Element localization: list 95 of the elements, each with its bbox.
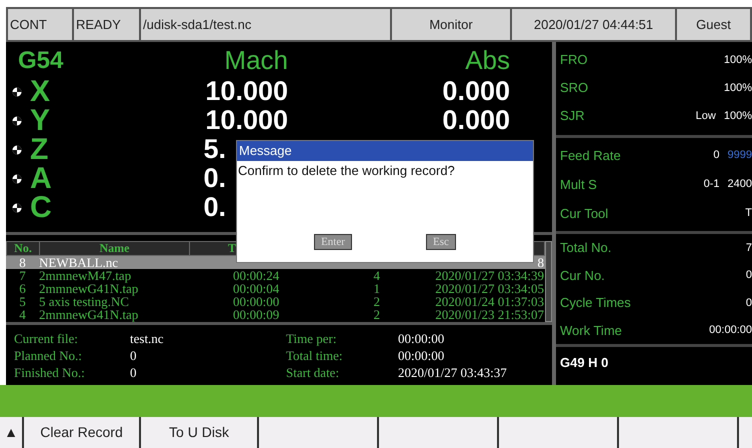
record-name: NEWBALL.nc (39, 256, 120, 269)
info-label: Finished No.: (14, 364, 86, 381)
record-date: 2020/01/24 01:37:03 (435, 294, 544, 309)
absolute-coordinate: 0.000 (442, 106, 510, 135)
record-time: 00:00:24 (233, 268, 280, 283)
parameter-label: Mult S (560, 176, 598, 194)
dialog-title: Message (237, 141, 533, 161)
column-header: T (227, 242, 236, 255)
record-number: 8 (18, 256, 27, 269)
record-date: 2020/01/23 21:53:07 (435, 307, 544, 322)
info-label: Planned No.: (14, 347, 83, 364)
info-label: Total time: (286, 347, 344, 364)
record-row[interactable]: 7 2mmnewM47.tap 00:00:24 4 2020/01/27 03:34:39 (6, 269, 545, 282)
coordinate-system: G54 (17, 46, 64, 76)
parameter-label: Cycle Times (560, 294, 632, 312)
parameter-mode: 0-1 (704, 177, 720, 192)
axis-letter: A (30, 164, 52, 193)
parameter-value: 7 (746, 240, 752, 256)
record-time: 00:00:04 (233, 281, 280, 296)
record-row[interactable]: 6 2mmnewG41N.tap 00:00:04 1 2020/01/27 03:34:05 (6, 282, 545, 295)
parameter-value: 00:00:00 (709, 323, 752, 338)
status-cell: READY (74, 7, 141, 42)
record-number: 7 (18, 269, 27, 282)
info-value: 00:00:00 (398, 330, 444, 347)
record-time: 00:00:09 (233, 307, 280, 322)
record-number: 5 (18, 295, 27, 308)
parameter-limit: 9999 (728, 148, 752, 164)
record-count: 2 (374, 294, 380, 309)
parameter-label: SJR (560, 107, 586, 126)
info-value: 2020/01/27 03:43:37 (398, 364, 507, 381)
dialog-message: Confirm to delete the working record? (237, 162, 456, 180)
parameter-label: FRO (560, 51, 588, 70)
axis-home-icon (12, 174, 22, 184)
axis-home-icon (12, 144, 22, 154)
status-cell: Monitor (392, 7, 512, 42)
parameter-value: 0 (713, 148, 720, 164)
record-count: 2 (374, 307, 380, 322)
column-heading: Mach (223, 44, 288, 77)
axis-home-icon (12, 86, 22, 96)
record-number: 6 (18, 282, 27, 295)
record-time: 00:00:00 (233, 294, 280, 309)
parameter-value: 100% (724, 108, 752, 124)
parameter-value: T (745, 206, 752, 222)
column-header: No. (7, 242, 40, 255)
record-row[interactable]: 4 2mmnewG41N.tap 00:00:09 2 2020/01/23 21:53:07 (6, 308, 545, 321)
record-date: 2020/01/27 03:34:39 (435, 268, 544, 283)
status-cell: 2020/01/27 04:44:51 (512, 7, 677, 42)
parameter-value: 2400 (728, 177, 752, 192)
axis-letter: Z (30, 135, 48, 164)
parameter-label: Feed Rate (560, 146, 622, 165)
record-name: 5 axis testing.NC (39, 295, 129, 308)
parameter-label: Cur Tool (560, 204, 610, 223)
record-number: 4 (18, 308, 27, 321)
machine-coordinate: 0. (203, 193, 226, 222)
axis-home-icon (12, 202, 22, 212)
parameter-value: 100% (724, 52, 752, 68)
column-heading: Abs (464, 44, 510, 77)
info-label: Start date: (286, 364, 340, 381)
parameter-value: 100% (724, 80, 752, 96)
absolute-coordinate: 0.000 (442, 77, 510, 106)
info-label: Current file: (14, 330, 79, 347)
status-cell: CONT (6, 7, 74, 42)
axis-letter: X (30, 77, 50, 106)
column-header: Name (40, 242, 190, 255)
axis-letter: Y (30, 106, 50, 135)
machine-coordinate: 5. (203, 135, 226, 164)
parameter-value: 0 (746, 268, 752, 283)
machine-coordinate: 10.000 (205, 106, 288, 135)
record-date: 8 (538, 255, 544, 270)
scrollbar[interactable] (545, 241, 552, 322)
parameter-label: SRO (560, 79, 590, 98)
machine-coordinate: 10.000 (205, 77, 288, 106)
info-label: Time per: (286, 330, 338, 347)
axis-home-icon (12, 116, 22, 126)
machine-coordinate: 0. (203, 164, 226, 193)
info-value: 00:00:00 (398, 347, 444, 364)
parameter-mode: Low (696, 108, 716, 124)
record-name: 2mmnewG41N.tap (39, 308, 140, 321)
parameter-label: Work Time (560, 322, 623, 340)
record-name: 2mmnewG41N.tap (39, 282, 140, 295)
record-count: 4 (374, 268, 380, 283)
record-date: 2020/01/27 03:34:05 (435, 281, 544, 296)
axis-letter: C (30, 193, 52, 222)
info-value: test.nc (130, 330, 164, 347)
parameter-label: Cur No. (560, 266, 606, 284)
record-name: 2mmnewM47.tap (39, 269, 132, 282)
tool-offset: G49 H 0 (560, 355, 608, 370)
status-cell: Guest (677, 7, 752, 42)
parameter-value: 0 (746, 296, 752, 310)
info-value: 0 (130, 364, 136, 381)
status-cell: /udisk-sda1/test.nc (141, 7, 392, 42)
info-value: 0 (130, 347, 136, 364)
record-count: 1 (374, 281, 380, 296)
record-row[interactable]: 5 5 axis testing.NC 00:00:00 2 2020/01/24 01:37:03 (6, 295, 545, 308)
parameter-label: Total No. (560, 239, 612, 257)
